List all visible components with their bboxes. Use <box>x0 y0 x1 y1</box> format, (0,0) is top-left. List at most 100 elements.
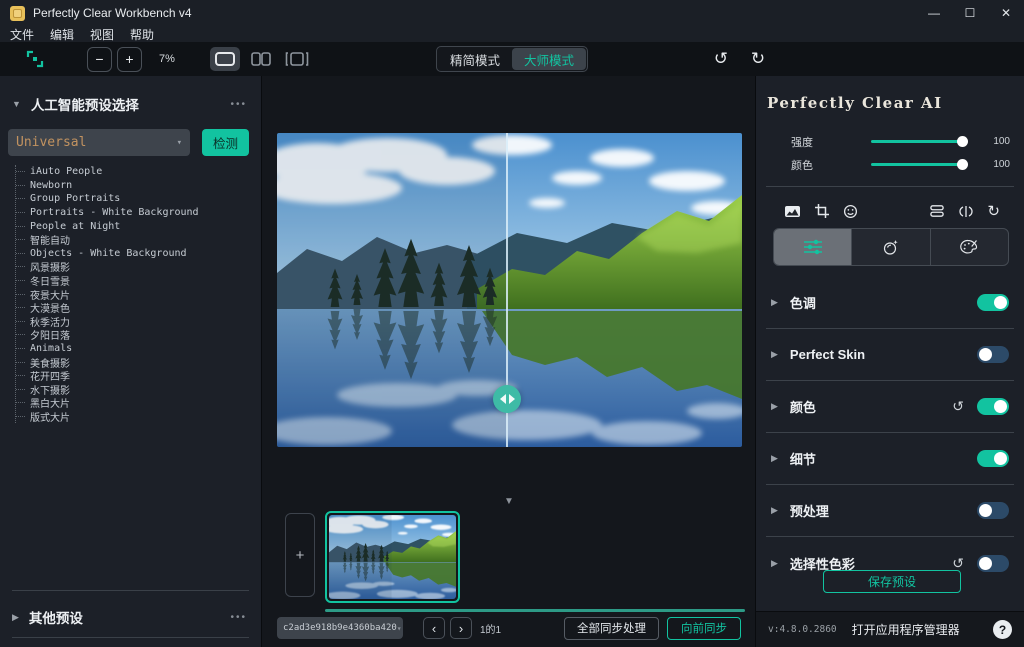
ai-preset-header[interactable]: ▼ 人工智能预设选择 ••• <box>0 76 261 114</box>
split-view-button[interactable] <box>246 47 276 71</box>
tab-adjustments[interactable] <box>774 229 851 265</box>
compare-slider-handle[interactable] <box>493 385 521 413</box>
menu-item[interactable]: 编辑 <box>50 26 74 43</box>
toggle-switch[interactable] <box>977 502 1009 519</box>
thumbnail-selected[interactable] <box>325 511 460 603</box>
more-options-icon[interactable]: ••• <box>230 612 247 623</box>
compare-icon[interactable] <box>958 204 974 219</box>
preset-tree-item[interactable]: iAuto People <box>16 165 261 179</box>
more-options-icon[interactable]: ••• <box>230 99 247 110</box>
chevron-right-icon[interactable]: ▶ <box>771 297 778 308</box>
preset-tree-item[interactable]: 冬日雪景 <box>16 274 261 288</box>
ai-preset-title: 人工智能预设选择 <box>31 94 139 114</box>
toggle-switch[interactable] <box>977 346 1009 363</box>
toggle-switch[interactable] <box>977 294 1009 311</box>
histogram-icon[interactable] <box>784 204 801 219</box>
slider-handle[interactable] <box>957 136 968 147</box>
preset-tree-item[interactable]: 花开四季 <box>16 369 261 383</box>
previous-image-button[interactable]: ‹ <box>423 617 445 639</box>
preset-tree-item[interactable]: Objects - White Background <box>16 247 261 261</box>
preset-tree-item[interactable]: 夜景大片 <box>16 287 261 301</box>
chevron-right-icon[interactable]: ▶ <box>771 349 778 360</box>
filename-dropdown[interactable]: c2ad3e918b9e4360ba420 ▾ <box>277 617 403 639</box>
detect-button[interactable]: 检测 <box>202 129 249 156</box>
zoom-out-button[interactable]: − <box>87 47 112 72</box>
rotate-icon[interactable]: ↻ <box>987 202 1000 220</box>
preset-tree-item[interactable]: 水下摄影 <box>16 383 261 397</box>
preset-tree-item[interactable]: 大漠景色 <box>16 301 261 315</box>
face-icon[interactable] <box>843 204 858 219</box>
ai-sliders: 强度 100 颜色 100 <box>756 130 1024 176</box>
menu-item[interactable]: 文件 <box>10 26 34 43</box>
slider[interactable] <box>871 163 966 166</box>
split-horizontal-icon[interactable] <box>929 203 945 219</box>
sync-all-button[interactable]: 全部同步处理 <box>564 617 659 640</box>
undo-icon[interactable]: ↺ <box>708 46 734 72</box>
mode-tabs: 精简模式大师模式 <box>436 46 588 72</box>
preset-tree-item[interactable]: 智能自动 <box>16 233 261 247</box>
preset-tree-item[interactable]: 风景摄影 <box>16 260 261 274</box>
preset-tree-item[interactable]: 秋季活力 <box>16 315 261 329</box>
window-title: Perfectly Clear Workbench v4 <box>33 6 192 20</box>
preset-tree-item[interactable]: Portraits - White Background <box>16 206 261 220</box>
help-icon[interactable]: ? <box>993 620 1012 639</box>
chevron-right-icon[interactable]: ▶ <box>771 453 778 464</box>
preset-tree-item[interactable]: Group Portraits <box>16 192 261 206</box>
reset-icon[interactable]: ↺ <box>952 555 964 572</box>
zoom-in-button[interactable]: + <box>117 47 142 72</box>
redo-icon[interactable]: ↻ <box>745 46 771 72</box>
toggle-switch[interactable] <box>977 450 1009 467</box>
preset-tree-item[interactable]: 黑白大片 <box>16 396 261 410</box>
slider[interactable] <box>871 140 966 143</box>
slider-label: 颜色 <box>791 157 849 173</box>
section-label: 颜色 <box>790 397 816 416</box>
chevron-right-icon[interactable]: ▶ <box>12 612 19 623</box>
mode-tab[interactable]: 大师模式 <box>512 48 586 70</box>
image-preview[interactable] <box>277 133 742 447</box>
chevron-right-icon[interactable]: ▶ <box>771 505 778 516</box>
add-image-button[interactable]: + <box>285 513 315 597</box>
tab-palette[interactable] <box>930 229 1008 265</box>
menu-item[interactable]: 视图 <box>90 26 114 43</box>
adjustment-section[interactable]: ▶ 颜色 ↺ <box>766 381 1014 433</box>
preset-tree-item[interactable]: Animals <box>16 342 261 356</box>
sync-forward-button[interactable]: 向前同步 <box>667 617 741 640</box>
other-presets-header[interactable]: ▶ 其他预设 ••• <box>12 603 247 631</box>
adjustment-section[interactable]: ▶ Perfect Skin ↺ <box>766 329 1014 381</box>
chevron-right-icon[interactable]: ▶ <box>771 401 778 412</box>
maximize-button[interactable]: ☐ <box>952 0 988 26</box>
toggle-switch[interactable] <box>977 555 1009 572</box>
preset-dropdown-value: Universal <box>16 135 86 150</box>
tab-retouch[interactable] <box>851 229 929 265</box>
section-label: Perfect Skin <box>790 347 865 362</box>
preset-tree-item[interactable]: 夕阳日落 <box>16 328 261 342</box>
single-view-button[interactable] <box>210 47 240 71</box>
toggle-switch[interactable] <box>977 398 1009 415</box>
adjustment-section[interactable]: ▶ 细节 ↺ <box>766 433 1014 485</box>
preset-dropdown[interactable]: Universal ▾ <box>8 129 190 156</box>
app-manager-link[interactable]: 打开应用程序管理器 <box>852 621 960 638</box>
slider-handle[interactable] <box>957 159 968 170</box>
filmstrip-collapse-icon[interactable]: ▼ <box>504 496 514 507</box>
preset-tree-item[interactable]: Newborn <box>16 179 261 193</box>
close-button[interactable]: ✕ <box>988 0 1024 26</box>
filmstrip-scrollbar[interactable] <box>325 609 745 612</box>
menu-item[interactable]: 帮助 <box>130 26 154 43</box>
adjustment-section[interactable]: ▶ 预处理 ↺ <box>766 485 1014 537</box>
save-preset-button[interactable]: 保存预设 <box>823 570 961 593</box>
chevron-right-icon[interactable]: ▶ <box>771 558 778 569</box>
preset-tree-item[interactable]: 版式大片 <box>16 410 261 424</box>
adjustment-section[interactable]: ▶ 色调 ↺ <box>766 277 1014 329</box>
reset-icon[interactable]: ↺ <box>952 398 964 415</box>
collapse-icon[interactable]: ▼ <box>12 99 21 109</box>
thumbnail-image <box>329 515 456 599</box>
preset-tree-item[interactable]: 美食摄影 <box>16 355 261 369</box>
preset-tree-item[interactable]: People at Night <box>16 219 261 233</box>
crop-icon[interactable] <box>814 203 830 219</box>
next-image-button[interactable]: › <box>450 617 472 639</box>
minimize-button[interactable]: — <box>916 0 952 26</box>
toolbar: − + 7% 精简模式大师模式 ↺ ↻ 保存全部 保存 <box>0 42 1024 76</box>
side-by-side-view-button[interactable] <box>282 47 312 71</box>
menu-bar: 文件编辑视图帮助 <box>0 26 1024 42</box>
mode-tab[interactable]: 精简模式 <box>438 48 512 70</box>
